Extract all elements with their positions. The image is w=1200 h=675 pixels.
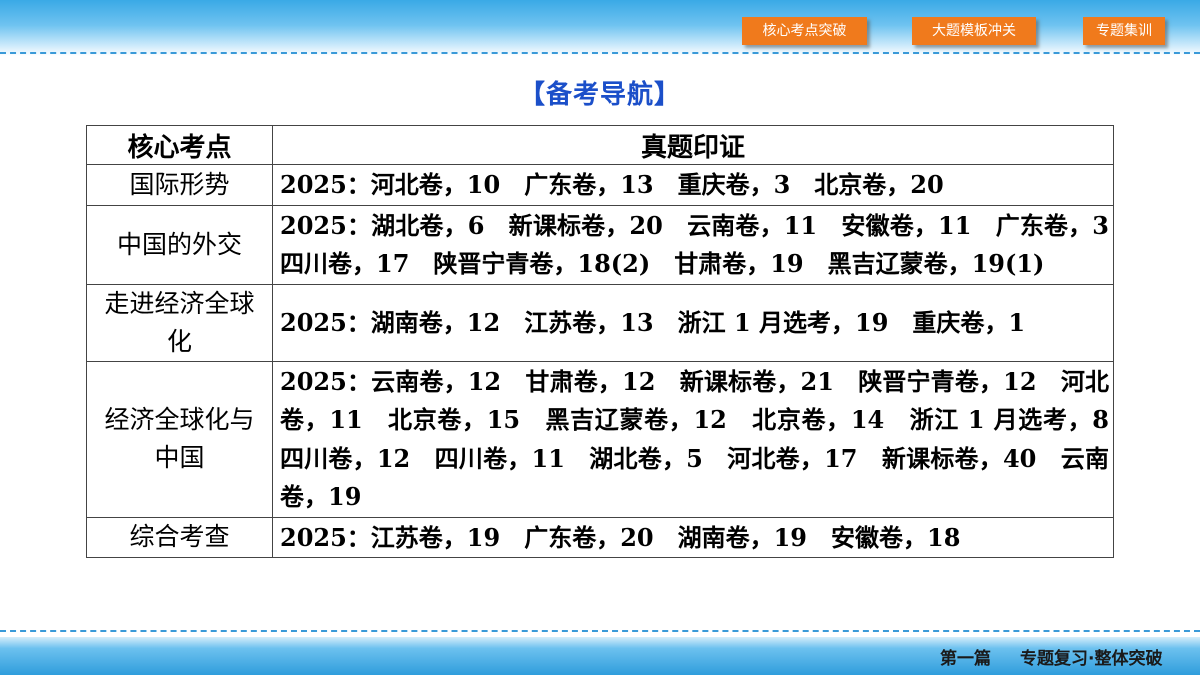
topic-cell: 中国的外交 — [86, 204, 273, 285]
table-row: 国际形势 2025：河北卷，10 广东卷，13 重庆卷，3 北京卷，20 — [86, 164, 1114, 206]
table-row: 中国的外交 2025：湖北卷，6 新课标卷，20 云南卷，11 安徽卷，11 广… — [86, 204, 1133, 285]
section-title: 【备考导航】 — [518, 80, 681, 110]
topic-cell: 走进经济全球化 — [86, 283, 273, 362]
table-row: 经济全球化与中国 2025：云南卷，12 甘肃卷，12 新课标卷，21 陕晋宁青… — [86, 360, 1133, 518]
header-evidence: 真题印证 — [272, 125, 1114, 165]
exam-table: 核心考点 真题印证 国际形势 2025：河北卷，10 广东卷，13 重庆卷，3 … — [86, 125, 1133, 558]
header-topic: 核心考点 — [86, 125, 273, 165]
evidence-cell: 2025：河北卷，10 广东卷，13 重庆卷，3 北京卷，20 — [272, 164, 1114, 206]
bottom-divider — [0, 630, 1200, 632]
topic-cell: 国际形势 — [86, 164, 273, 206]
table-header-row: 核心考点 真题印证 — [86, 125, 1114, 165]
topic-cell: 综合考查 — [86, 516, 273, 558]
nav-button-core-points[interactable]: 核心考点突破 — [742, 17, 867, 45]
evidence-cell: 2025：湖北卷，6 新课标卷，20 云南卷，11 安徽卷，11 广东卷，3 四… — [272, 204, 1133, 285]
footer-chapter-label: 专题复习·整体突破 — [1020, 649, 1163, 669]
evidence-cell: 2025：云南卷，12 甘肃卷，12 新课标卷，21 陕晋宁青卷，12 河北卷，… — [272, 360, 1133, 518]
footer-part-label: 第一篇 — [940, 649, 991, 669]
table-row: 综合考查 2025：江苏卷，19 广东卷，20 湖南卷，19 安徽卷，18 — [86, 516, 1114, 558]
evidence-cell: 2025：江苏卷，19 广东卷，20 湖南卷，19 安徽卷，18 — [272, 516, 1114, 558]
top-divider — [0, 52, 1200, 54]
evidence-cell: 2025：湖南卷，12 江苏卷，13 浙江 1 月选考，19 重庆卷，1 — [272, 283, 1114, 362]
nav-button-big-question-templates[interactable]: 大题模板冲关 — [912, 17, 1036, 45]
topic-cell: 经济全球化与中国 — [86, 360, 273, 518]
nav-button-topic-training[interactable]: 专题集训 — [1083, 17, 1165, 45]
table-row: 走进经济全球化 2025：湖南卷，12 江苏卷，13 浙江 1 月选考，19 重… — [86, 283, 1114, 362]
